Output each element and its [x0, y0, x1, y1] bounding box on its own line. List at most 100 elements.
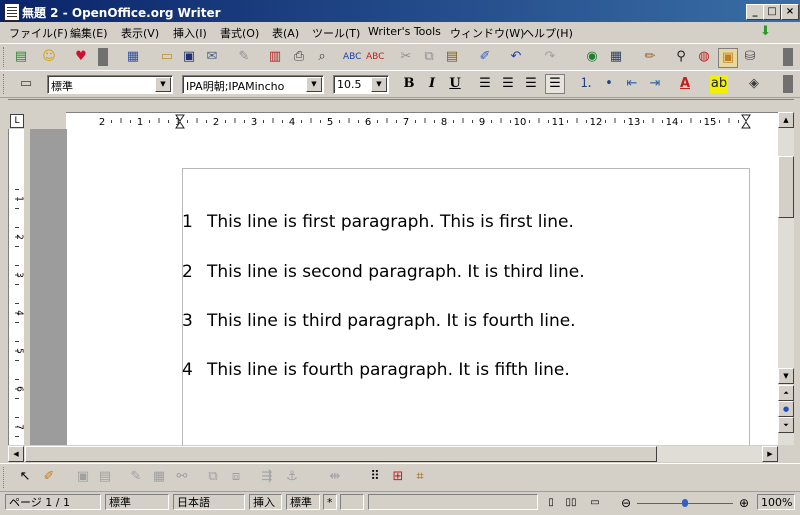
grid-icon[interactable]: ⠿	[366, 468, 384, 486]
send-backward-icon[interactable]: ⧈	[227, 468, 245, 486]
table-props-icon[interactable]: ▦	[150, 468, 168, 486]
selection-mode-indicator[interactable]: 標準	[286, 494, 320, 510]
zoom-slider-knob[interactable]	[682, 499, 688, 507]
italic-button[interactable]: I	[423, 75, 441, 93]
document-line[interactable]: 3 This line is third paragraph. It is fou…	[182, 311, 576, 331]
numbering-icon[interactable]: ⒈	[577, 75, 595, 93]
distribute-icon[interactable]: ⇹	[326, 468, 344, 486]
save-icon[interactable]: ▣	[180, 48, 198, 66]
toolbar-overflow-icon-2[interactable]	[783, 48, 793, 66]
ungroup-icon[interactable]: ▤	[96, 468, 114, 486]
alignment-icon[interactable]: ⇶	[258, 468, 276, 486]
anchor-icon[interactable]: ⚓	[283, 468, 301, 486]
align-right-icon[interactable]: ☰	[522, 75, 540, 93]
zoom-level[interactable]: 100%	[757, 494, 795, 510]
autospellcheck-icon[interactable]: ABC	[366, 48, 384, 66]
minimize-button[interactable]: _	[746, 4, 764, 20]
bring-forward-icon[interactable]: ⧉	[204, 468, 222, 486]
print-preview-icon[interactable]: ⌕	[313, 48, 331, 66]
cut-icon[interactable]: ✂	[397, 48, 415, 66]
horizontal-scrollbar[interactable]: ◀ ▶	[8, 446, 778, 462]
clone-formatting-icon[interactable]: ✐	[476, 48, 494, 66]
chevron-down-icon[interactable]: ▼	[306, 77, 322, 92]
spellcheck-icon[interactable]: ABC	[343, 48, 361, 66]
document-line[interactable]: 4 This line is fourth paragraph. It is fi…	[182, 360, 570, 380]
show-draw-functions-icon[interactable]: ✏	[641, 48, 659, 66]
underline-button[interactable]: U	[446, 75, 464, 93]
chevron-down-icon[interactable]: ▼	[155, 77, 171, 92]
export-pdf-icon[interactable]: ▥	[266, 48, 284, 66]
scroll-thumb[interactable]	[778, 156, 794, 218]
document-line[interactable]: 2 This line is second paragraph. It is th…	[182, 262, 585, 282]
chevron-down-icon[interactable]: ▼	[371, 77, 387, 92]
font-size-combo[interactable]: 10.5 ▼	[333, 75, 389, 94]
vertical-scrollbar[interactable]: ▲ ▼ ⏶ ● ⏷	[778, 112, 794, 445]
menu-tools[interactable]: ツール(T)	[312, 25, 360, 41]
print-icon[interactable]: ⎙	[290, 48, 308, 66]
paragraph-style-combo[interactable]: 標準 ▼	[47, 75, 173, 94]
toolbar-collapse-strip[interactable]	[8, 99, 794, 106]
menu-file[interactable]: ファイル(F)	[9, 25, 68, 41]
wrap-icon[interactable]: ⚯	[173, 468, 191, 486]
multi-page-view-icon[interactable]: ▯▯	[562, 494, 580, 512]
decrease-indent-icon[interactable]: ⇤	[623, 75, 641, 93]
font-color-icon[interactable]: A	[676, 75, 694, 93]
menu-table[interactable]: 表(A)	[272, 25, 299, 41]
copy-icon[interactable]: ⧉	[420, 48, 438, 66]
email-icon[interactable]: ✉	[203, 48, 221, 66]
toolbar-grip[interactable]	[3, 47, 7, 67]
page-indicator[interactable]: ページ 1 / 1	[5, 494, 101, 510]
increase-indent-icon[interactable]: ⇥	[646, 75, 664, 93]
menu-view[interactable]: 表示(V)	[121, 25, 159, 41]
horizontal-scroll-thumb[interactable]	[25, 446, 657, 462]
toolbar-overflow-icon[interactable]	[98, 48, 108, 66]
paste-icon[interactable]: ▤	[443, 48, 461, 66]
toolbar-grip-4[interactable]	[3, 467, 7, 488]
page-style-indicator[interactable]: 標準	[105, 494, 169, 510]
document-modified-indicator[interactable]: *	[323, 494, 337, 510]
scroll-down-icon[interactable]: ▼	[778, 368, 794, 384]
digital-signature-field[interactable]	[340, 494, 364, 510]
menu-insert[interactable]: 挿入(I)	[173, 25, 207, 41]
scroll-right-icon[interactable]: ▶	[762, 446, 778, 462]
close-button[interactable]: ×	[781, 4, 799, 20]
insert-table-icon[interactable]: ▦	[607, 48, 625, 66]
navigator-globe-icon[interactable]: ◉	[583, 48, 601, 66]
edit-file-icon[interactable]: ✎	[235, 48, 253, 66]
navigation-icon[interactable]: ●	[778, 401, 794, 417]
scroll-left-icon[interactable]: ◀	[8, 446, 24, 462]
data-sources-icon[interactable]: ⛁	[741, 48, 759, 66]
edit-points-icon[interactable]: ✐	[40, 468, 58, 486]
book-view-icon[interactable]: ▭	[586, 494, 604, 512]
insert-mode-indicator[interactable]: 挿入	[249, 494, 282, 510]
horizontal-ruler[interactable]: 2 1 1 2 3 4 5 6 7 8 9 10 11 12 13 14 15	[66, 112, 780, 129]
redo-icon[interactable]: ↷	[541, 48, 559, 66]
toolbar-grip-2[interactable]	[3, 74, 7, 94]
helplines-icon[interactable]: ⌗	[411, 468, 429, 486]
menu-format[interactable]: 書式(O)	[220, 25, 259, 41]
select-pointer-icon[interactable]: ↖	[16, 468, 34, 486]
restore-button[interactable]: □	[763, 4, 781, 20]
edit-group-icon[interactable]: ✎	[127, 468, 145, 486]
align-left-icon[interactable]: ☰	[476, 75, 494, 93]
vertical-ruler[interactable]: 1234567	[8, 129, 24, 445]
single-page-view-icon[interactable]: ▯	[542, 494, 560, 512]
new-icon[interactable]: ▦	[124, 48, 142, 66]
indent-marker-icon[interactable]	[741, 114, 751, 129]
zoom-in-icon[interactable]: ⊕	[735, 494, 753, 512]
find-replace-icon[interactable]: ⚲	[672, 48, 690, 66]
undo-icon[interactable]: ↶	[507, 48, 525, 66]
scroll-up-icon[interactable]: ▲	[778, 112, 794, 128]
previous-page-icon[interactable]: ⏶	[778, 385, 794, 401]
smiley-icon[interactable]: ☺	[40, 48, 58, 66]
navigator-icon[interactable]: ◍	[695, 48, 713, 66]
gallery-icon[interactable]: ▣	[718, 48, 738, 68]
justify-icon[interactable]: ☰	[545, 74, 565, 94]
new-document-icon[interactable]: ▤	[12, 48, 30, 66]
menu-window[interactable]: ウィンドウ(W)	[450, 25, 524, 41]
snap-icon[interactable]: ⊞	[389, 468, 407, 486]
styles-formatting-icon[interactable]: ▭	[17, 75, 35, 93]
toolbar-overflow-icon-3[interactable]	[783, 75, 793, 93]
zoom-slider[interactable]	[637, 499, 733, 507]
menu-edit[interactable]: 編集(E)	[70, 25, 108, 41]
